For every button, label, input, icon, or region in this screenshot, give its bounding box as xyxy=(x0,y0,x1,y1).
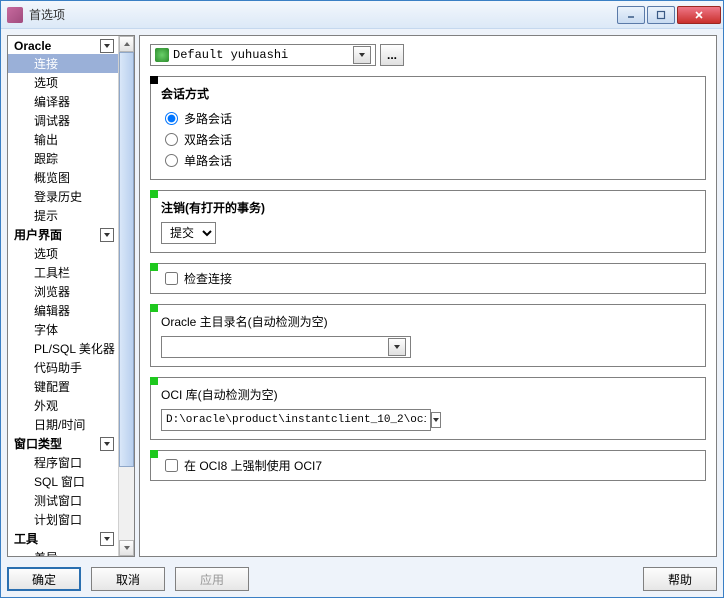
tree-section-label: 工具 xyxy=(14,530,100,547)
tree-section-label: 用户界面 xyxy=(14,226,100,243)
chevron-down-icon[interactable] xyxy=(388,338,406,356)
oci-lib-group: OCI 库(自动检测为空) xyxy=(150,377,706,440)
tree-item[interactable]: 测试窗口 xyxy=(8,491,118,510)
tree-item[interactable]: 登录历史 xyxy=(8,187,118,206)
titlebar[interactable]: 首选项 xyxy=(1,1,723,29)
profile-icon xyxy=(155,48,169,62)
window-title: 首选项 xyxy=(29,6,617,23)
tree-item[interactable]: 选项 xyxy=(8,244,118,263)
tree-item[interactable]: 程序窗口 xyxy=(8,453,118,472)
oracle-home-group: Oracle 主目录名(自动检测为空) xyxy=(150,304,706,367)
app-icon xyxy=(7,7,23,23)
profile-more-button[interactable]: ... xyxy=(380,44,404,66)
session-radio[interactable] xyxy=(165,133,178,146)
chevron-down-icon[interactable] xyxy=(353,46,371,64)
session-mode-group: 会话方式 多路会话双路会话单路会话 xyxy=(150,76,706,180)
profile-label: Default yuhuashi xyxy=(173,48,349,62)
tree-item[interactable]: PL/SQL 美化器 xyxy=(8,339,118,358)
chevron-down-icon[interactable] xyxy=(100,39,114,53)
tree-item[interactable]: 字体 xyxy=(8,320,118,339)
scroll-down-button[interactable] xyxy=(119,540,134,556)
tree-section-label: Oracle xyxy=(14,39,100,53)
tree[interactable]: Oracle连接选项编译器调试器输出跟踪概览图登录历史提示用户界面选项工具栏浏览… xyxy=(8,36,118,556)
oci-lib-input[interactable] xyxy=(161,409,431,431)
tree-item[interactable]: 连接 xyxy=(8,54,118,73)
check-connection-row[interactable]: 检查连接 xyxy=(161,268,695,289)
tree-section-header[interactable]: 用户界面 xyxy=(8,225,118,244)
body: Oracle连接选项编译器调试器输出跟踪概览图登录历史提示用户界面选项工具栏浏览… xyxy=(1,29,723,597)
scroll-thumb[interactable] xyxy=(119,52,134,467)
preferences-window: 首选项 Oracle连接选项编译器调试器输出跟踪概览图登录历史提示用户界面选项工… xyxy=(0,0,724,598)
tree-item[interactable]: 计划窗口 xyxy=(8,510,118,529)
tree-item[interactable]: 日期/时间 xyxy=(8,415,118,434)
session-radio[interactable] xyxy=(165,112,178,125)
profile-combo[interactable]: Default yuhuashi xyxy=(150,44,376,66)
session-radio-label: 多路会话 xyxy=(184,110,232,127)
scrollbar[interactable] xyxy=(118,36,134,556)
logoff-group: 注销(有打开的事务) 提交 xyxy=(150,190,706,253)
force-oci-checkbox[interactable] xyxy=(165,459,178,472)
check-connection-label: 检查连接 xyxy=(184,270,232,287)
tree-item[interactable]: 输出 xyxy=(8,130,118,149)
session-mode-title: 会话方式 xyxy=(161,85,695,102)
tree-section-header[interactable]: 窗口类型 xyxy=(8,434,118,453)
tree-section-header[interactable]: 工具 xyxy=(8,529,118,548)
logoff-title: 注销(有打开的事务) xyxy=(161,199,695,216)
oracle-home-combo[interactable] xyxy=(161,336,411,358)
tree-item[interactable]: 编译器 xyxy=(8,92,118,111)
content-panel: Default yuhuashi ... 会话方式 多路会话双路会话单路会话 xyxy=(139,35,717,557)
session-radio-row[interactable]: 双路会话 xyxy=(161,129,695,150)
tree-item[interactable]: 跟踪 xyxy=(8,149,118,168)
check-connection-group: 检查连接 xyxy=(150,263,706,294)
session-radio-label: 双路会话 xyxy=(184,131,232,148)
scroll-up-button[interactable] xyxy=(119,36,134,52)
tree-section-header[interactable]: Oracle xyxy=(8,38,118,54)
button-bar: 确定 取消 应用 帮助 xyxy=(7,563,717,591)
help-button[interactable]: 帮助 xyxy=(643,567,717,591)
check-connection-checkbox[interactable] xyxy=(165,272,178,285)
chevron-down-icon[interactable] xyxy=(100,437,114,451)
tree-item[interactable]: 外观 xyxy=(8,396,118,415)
minimize-button[interactable] xyxy=(617,6,645,24)
chevron-down-icon[interactable] xyxy=(100,532,114,546)
session-radio[interactable] xyxy=(165,154,178,167)
tree-item[interactable]: 工具栏 xyxy=(8,263,118,282)
tree-item[interactable]: 概览图 xyxy=(8,168,118,187)
tree-section-label: 窗口类型 xyxy=(14,435,100,452)
sidebar: Oracle连接选项编译器调试器输出跟踪概览图登录历史提示用户界面选项工具栏浏览… xyxy=(7,35,135,557)
chevron-down-icon[interactable] xyxy=(431,412,441,428)
tree-item[interactable]: 提示 xyxy=(8,206,118,225)
force-oci-row[interactable]: 在 OCI8 上强制使用 OCI7 xyxy=(161,455,695,476)
tree-item[interactable]: 调试器 xyxy=(8,111,118,130)
session-radio-row[interactable]: 单路会话 xyxy=(161,150,695,171)
oci-lib-title: OCI 库(自动检测为空) xyxy=(161,386,695,403)
ok-button[interactable]: 确定 xyxy=(7,567,81,591)
tree-item[interactable]: 键配置 xyxy=(8,377,118,396)
tree-item[interactable]: 编辑器 xyxy=(8,301,118,320)
chevron-down-icon[interactable] xyxy=(100,228,114,242)
scroll-track[interactable] xyxy=(119,52,134,540)
apply-button[interactable]: 应用 xyxy=(175,567,249,591)
cancel-button[interactable]: 取消 xyxy=(91,567,165,591)
tree-item[interactable]: SQL 窗口 xyxy=(8,472,118,491)
force-oci-label: 在 OCI8 上强制使用 OCI7 xyxy=(184,457,322,474)
maximize-button[interactable] xyxy=(647,6,675,24)
tree-item[interactable]: 浏览器 xyxy=(8,282,118,301)
session-radio-label: 单路会话 xyxy=(184,152,232,169)
session-radio-row[interactable]: 多路会话 xyxy=(161,108,695,129)
oracle-home-title: Oracle 主目录名(自动检测为空) xyxy=(161,313,695,330)
tree-item[interactable]: 选项 xyxy=(8,73,118,92)
logoff-select[interactable]: 提交 xyxy=(162,223,215,243)
ellipsis-label: ... xyxy=(387,48,397,62)
close-button[interactable] xyxy=(677,6,721,24)
force-oci-group: 在 OCI8 上强制使用 OCI7 xyxy=(150,450,706,481)
tree-item[interactable]: 差异 xyxy=(8,548,118,556)
tree-item[interactable]: 代码助手 xyxy=(8,358,118,377)
